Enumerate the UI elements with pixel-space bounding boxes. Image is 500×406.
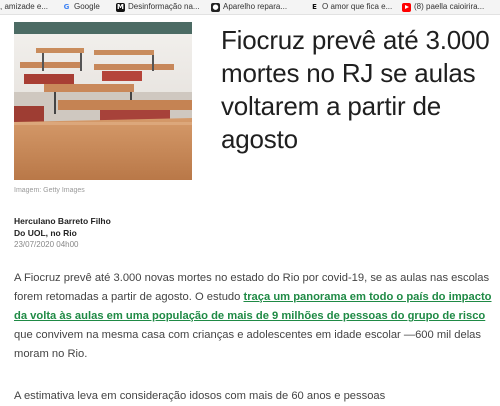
bookmark-item[interactable]: ● Aparelho repara... bbox=[211, 1, 287, 13]
google-icon: G bbox=[63, 2, 70, 11]
article-body: A Fiocruz prevê até 3.000 novas mortes n… bbox=[14, 269, 492, 364]
author-location: Do UOL, no Rio bbox=[14, 228, 77, 238]
article-hero-image bbox=[14, 22, 192, 180]
bookmark-item[interactable]: M Desinformação na... bbox=[116, 1, 200, 13]
bookmark-label: Aparelho repara... bbox=[223, 2, 288, 11]
publish-date: 23/07/2020 04h00 bbox=[14, 240, 79, 249]
classroom-image bbox=[14, 22, 192, 180]
bookmark-google[interactable]: G Google bbox=[62, 1, 100, 13]
m-icon: M bbox=[116, 2, 125, 12]
bookmark-label: Google bbox=[74, 2, 100, 11]
bookmarks-bar: , amizade e... G Google M Desinformação … bbox=[0, 0, 500, 15]
bookmark-label: O amor que fica e... bbox=[322, 2, 393, 11]
image-caption: Imagem: Getty Images bbox=[14, 187, 85, 194]
article-headline: Fiocruz prevê até 3.000 mortes no RJ se … bbox=[221, 25, 490, 154]
paragraph: A estimativa leva em consideração idosos… bbox=[14, 390, 386, 402]
bookmark-item[interactable]: E O amor que fica e... bbox=[310, 1, 392, 13]
paragraph-text: que convivem na mesma casa com crianças … bbox=[14, 329, 481, 360]
youtube-icon bbox=[402, 2, 411, 12]
author-name[interactable]: Herculano Barreto Filho bbox=[14, 215, 111, 227]
e-icon: E bbox=[312, 2, 317, 11]
paragraph: A Fiocruz prevê até 3.000 novas mortes n… bbox=[14, 269, 492, 364]
bookmark-label: (8) paella caioirira... bbox=[414, 2, 485, 11]
github-icon: ● bbox=[211, 2, 220, 12]
bookmark-label: Desinformação na... bbox=[128, 2, 200, 11]
byline: Herculano Barreto Filho Do UOL, no Rio 2… bbox=[14, 215, 111, 251]
bookmark-label: , amizade e... bbox=[0, 2, 49, 11]
bookmark-item[interactable]: (8) paella caioirira... bbox=[402, 1, 484, 13]
bookmark-item[interactable]: , amizade e... bbox=[0, 1, 48, 13]
